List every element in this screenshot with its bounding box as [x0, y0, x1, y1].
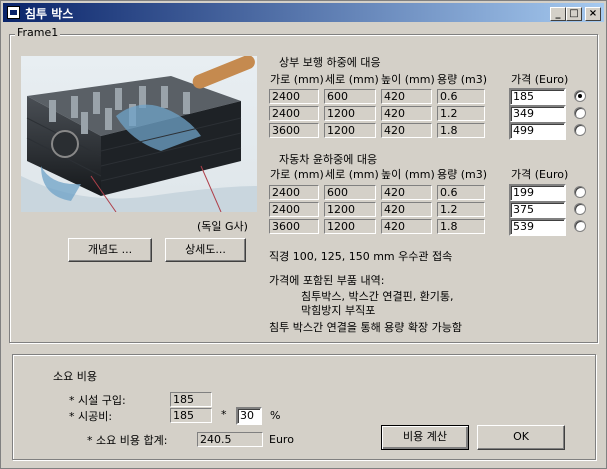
purchase-label: * 시설 구입:	[69, 394, 126, 407]
section2-row1-width: 2400	[269, 185, 319, 200]
section1-row2-capacity: 1.2	[437, 106, 485, 121]
section2-row3-price-input[interactable]: 539	[509, 218, 566, 236]
section2-header-capacity: 용량 (m3)	[437, 168, 488, 181]
section1-row2-height: 420	[381, 106, 432, 121]
section2-row2-price-input[interactable]: 375	[509, 201, 566, 219]
included-parts-line2: 막힘방지 부직포	[301, 304, 376, 317]
section2-row3-capacity: 1.8	[437, 219, 485, 234]
section1-header-depth: 세로 (mm)	[325, 73, 379, 86]
section1-row3-radio[interactable]	[574, 124, 586, 136]
section2-header-depth: 세로 (mm)	[325, 168, 379, 181]
section1-header-price: 가격 (Euro)	[511, 73, 569, 86]
frame1-label: Frame1	[15, 26, 61, 39]
close-button[interactable]: ×	[585, 7, 601, 21]
minimize-button[interactable]: _	[550, 7, 566, 21]
section2-row2-capacity: 1.2	[437, 202, 485, 217]
image-caption: (독일 G사)	[197, 220, 248, 233]
section1-title: 상부 보행 하중에 대응	[279, 56, 381, 69]
section1-row1-capacity: 0.6	[437, 89, 485, 104]
section1-row1-height: 420	[381, 89, 432, 104]
maximize-button[interactable]: □	[566, 7, 582, 21]
install-value: 185	[170, 408, 212, 423]
section1-row2-width: 2400	[269, 106, 319, 121]
total-label: * 소요 비용 합계:	[87, 434, 168, 447]
section2-header-height: 높이 (mm)	[381, 168, 435, 181]
section1-row1-depth: 600	[324, 89, 376, 104]
infiltration-box-illustration	[21, 56, 257, 212]
section1-row2-price-input[interactable]: 349	[509, 105, 566, 123]
concept-diagram-button[interactable]: 개념도 ...	[68, 238, 152, 262]
window-title: 침투 박스	[25, 7, 74, 21]
section2-header-price: 가격 (Euro)	[511, 168, 569, 181]
section2-row1-height: 420	[381, 185, 432, 200]
section2-title: 자동차 윤하중에 대응	[279, 153, 378, 166]
percent-sign: %	[270, 409, 281, 422]
product-image	[21, 56, 257, 212]
section1-row3-capacity: 1.8	[437, 123, 485, 138]
section1-row2-radio[interactable]	[574, 107, 586, 119]
total-value: 240.5	[197, 432, 263, 447]
multiply-sign: *	[221, 408, 227, 421]
section2-row1-depth: 600	[324, 185, 376, 200]
calculate-cost-button[interactable]: 비용 계산	[381, 425, 469, 450]
section2-row3-width: 3600	[269, 219, 319, 234]
section1-header-capacity: 용량 (m3)	[437, 73, 488, 86]
included-parts-title: 가격에 포함된 부품 내역:	[269, 274, 385, 287]
section2-row1-capacity: 0.6	[437, 185, 485, 200]
section1-row2-depth: 1200	[324, 106, 376, 121]
section1-header-height: 높이 (mm)	[381, 73, 435, 86]
purchase-value: 185	[170, 392, 212, 407]
section2-header-width: 가로 (mm)	[270, 168, 324, 181]
app-icon[interactable]	[7, 6, 20, 19]
section1-row3-width: 3600	[269, 123, 319, 138]
currency-label: Euro	[269, 433, 294, 446]
section1-header-width: 가로 (mm)	[270, 73, 324, 86]
pipe-diameter-note: 직경 100, 125, 150 mm 우수관 접속	[269, 250, 453, 263]
section1-row1-width: 2400	[269, 89, 319, 104]
section2-row3-height: 420	[381, 219, 432, 234]
section1-row1-radio[interactable]	[574, 90, 586, 102]
ok-button[interactable]: OK	[477, 425, 565, 450]
section2-row2-width: 2400	[269, 202, 319, 217]
section2-row2-depth: 1200	[324, 202, 376, 217]
install-label: * 시공비:	[69, 410, 113, 423]
section1-row1-price-input[interactable]: 185	[509, 88, 566, 106]
main-window: 침투 박스 _ □ × Frame1 (독일 G사) 개념도 ... 상세도..…	[0, 0, 607, 469]
section2-row2-radio[interactable]	[574, 203, 586, 215]
section1-row3-depth: 1200	[324, 123, 376, 138]
install-percent-input[interactable]: 30	[236, 407, 262, 425]
section2-row3-radio[interactable]	[574, 220, 586, 232]
section2-row2-height: 420	[381, 202, 432, 217]
detail-diagram-button[interactable]: 상세도...	[165, 238, 246, 262]
section1-row3-price-input[interactable]: 499	[509, 122, 566, 140]
section2-row1-radio[interactable]	[574, 186, 586, 198]
title-bar[interactable]: 침투 박스 _ □ ×	[3, 3, 604, 22]
section1-row3-height: 420	[381, 123, 432, 138]
section2-row1-price-input[interactable]: 199	[509, 184, 566, 202]
capacity-expand-note: 침투 박스간 연결을 통해 용량 확장 가능함	[269, 321, 463, 334]
cost-group-label: 소요 비용	[53, 370, 97, 383]
section2-row3-depth: 1200	[324, 219, 376, 234]
